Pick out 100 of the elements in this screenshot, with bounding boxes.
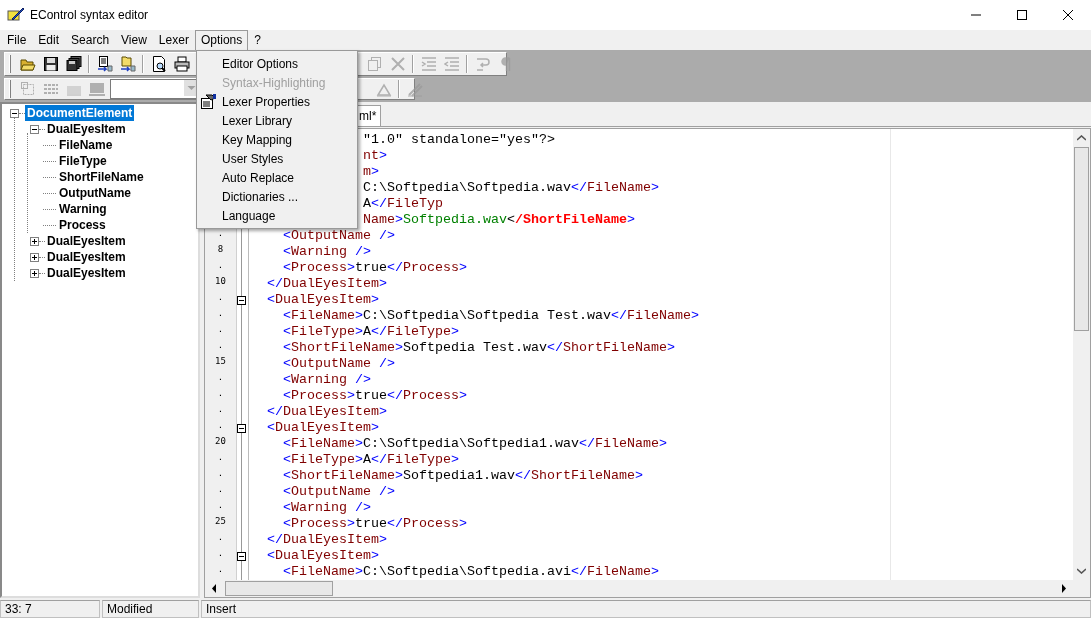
menu-item[interactable]: Language bbox=[197, 206, 357, 225]
menu-item[interactable]: Search bbox=[65, 29, 116, 51]
status-text: Insert bbox=[201, 600, 1091, 618]
tree-item[interactable]: OutputName bbox=[57, 185, 133, 201]
code-line: C:\Softpedia\Softpedia.wav</FileName> bbox=[363, 180, 659, 196]
wrap-icon bbox=[474, 56, 491, 72]
code-line: "1.0" standalone="yes"?> bbox=[363, 132, 555, 148]
folder-arrow-icon bbox=[119, 56, 136, 72]
status-text: 33: 7 bbox=[0, 600, 100, 618]
tree-item[interactable]: FileName bbox=[57, 137, 115, 153]
code-line: <Warning /> bbox=[282, 500, 371, 516]
line-number: 10 bbox=[214, 276, 227, 288]
code-line: <FileType>A</FileType> bbox=[282, 324, 459, 340]
code-line: <OutputName /> bbox=[282, 356, 395, 372]
code-line: <Warning /> bbox=[282, 372, 371, 388]
line-number: . bbox=[216, 404, 225, 416]
line-number: . bbox=[216, 388, 225, 400]
line-number: . bbox=[216, 372, 225, 384]
cross-icon bbox=[389, 56, 406, 72]
tree-item[interactable]: Warning bbox=[57, 201, 109, 217]
tree-item[interactable]: DualEyesItem bbox=[45, 249, 128, 265]
menu-item[interactable]: Editor Options bbox=[197, 54, 357, 73]
code-line: <OutputName /> bbox=[282, 228, 395, 244]
code-line: <OutputName /> bbox=[282, 484, 395, 500]
indent-icon bbox=[420, 56, 437, 72]
menu-item[interactable]: Options bbox=[194, 29, 249, 51]
line-number: . bbox=[216, 228, 225, 240]
tree-item[interactable]: DocumentElement bbox=[25, 105, 135, 121]
line-number: . bbox=[216, 260, 225, 272]
line-number: . bbox=[216, 420, 225, 432]
code-line: <FileName>C:\Softpedia\Softpedia1.wav</FileName> bbox=[282, 436, 667, 452]
code-line: </DualEyesItem> bbox=[266, 532, 387, 548]
line-number: 8 bbox=[216, 244, 225, 256]
expand-icon[interactable] bbox=[30, 268, 39, 278]
line-number: . bbox=[216, 548, 225, 560]
code-line: <DualEyesItem> bbox=[266, 420, 379, 436]
code-line: </DualEyesItem> bbox=[266, 276, 387, 292]
fold-icon[interactable] bbox=[237, 551, 246, 561]
line-number: 25 bbox=[214, 516, 227, 528]
line-number: . bbox=[216, 340, 225, 352]
code-line: <FileName>C:\Softpedia\Softpedia.avi</FileName> bbox=[282, 564, 659, 580]
right-arrow-icon bbox=[1061, 584, 1067, 593]
code-line: <ShortFileName>Softpedia1.wav</ShortFileName> bbox=[282, 468, 643, 484]
tree-item[interactable]: FileType bbox=[57, 153, 109, 169]
code-line: <ShortFileName>Softpedia Test.wav</ShortFileName> bbox=[282, 340, 675, 356]
code-line: m> bbox=[363, 164, 379, 180]
tree-item[interactable]: Process bbox=[57, 217, 108, 233]
line-number: 15 bbox=[214, 356, 227, 368]
menu-item[interactable]: ? bbox=[248, 29, 267, 51]
fold-icon[interactable] bbox=[237, 295, 246, 305]
expand-icon[interactable] bbox=[30, 252, 39, 262]
document-hand-icon bbox=[200, 93, 216, 110]
code-line: <Process>true</Process> bbox=[282, 260, 467, 276]
line-number: 20 bbox=[214, 436, 227, 448]
code-line: nt> bbox=[363, 148, 387, 164]
code-line: <DualEyesItem> bbox=[266, 548, 379, 564]
menu-item[interactable]: Dictionaries ... bbox=[197, 187, 357, 206]
line-number: . bbox=[216, 324, 225, 336]
left-arrow-icon bbox=[211, 584, 217, 593]
tree-item[interactable]: DualEyesItem bbox=[45, 233, 128, 249]
line-number: . bbox=[216, 292, 225, 304]
menu-item[interactable]: Key Mapping bbox=[197, 130, 357, 149]
menu-item[interactable]: View bbox=[115, 29, 153, 51]
dashed-frame-icon bbox=[19, 81, 36, 97]
collapse-icon[interactable] bbox=[10, 108, 19, 118]
code-line: </DualEyesItem> bbox=[266, 404, 387, 420]
folder-icon bbox=[19, 56, 36, 72]
code-line: <Warning /> bbox=[282, 244, 371, 260]
menu-item[interactable]: Lexer bbox=[152, 29, 195, 51]
pen-icon bbox=[7, 6, 25, 24]
menu-item[interactable]: Edit bbox=[32, 29, 66, 51]
printer-icon bbox=[173, 56, 190, 72]
code-line: <FileType>A</FileType> bbox=[282, 452, 459, 468]
tree-item[interactable]: DualEyesItem bbox=[45, 265, 128, 281]
code-line: <DualEyesItem> bbox=[266, 292, 379, 308]
expand-icon[interactable] bbox=[30, 236, 39, 246]
menu-item[interactable]: User Styles bbox=[197, 149, 357, 168]
menu-item[interactable]: Auto Replace bbox=[197, 168, 357, 187]
lines-icon bbox=[42, 81, 59, 97]
close-icon bbox=[1063, 10, 1073, 20]
line-number: . bbox=[216, 500, 225, 512]
outdent-icon bbox=[443, 56, 460, 72]
code-line: Name>Softpedia.wav</ShortFileName> bbox=[363, 212, 635, 228]
code-line: <Process>true</Process> bbox=[282, 388, 467, 404]
code-line: <Process>true</Process> bbox=[282, 516, 467, 532]
tree-item[interactable]: ShortFileName bbox=[57, 169, 146, 185]
tree-item[interactable]: DualEyesItem bbox=[45, 121, 128, 137]
line-number: . bbox=[216, 308, 225, 320]
document-arrow-icon bbox=[96, 56, 113, 72]
collapse-icon[interactable] bbox=[30, 124, 39, 134]
menu-item[interactable]: File bbox=[1, 29, 33, 51]
maximize-icon bbox=[1017, 10, 1027, 20]
code-line: A</FileTyp bbox=[363, 196, 443, 212]
stacked-pages-icon bbox=[366, 56, 383, 72]
line-number: . bbox=[216, 452, 225, 464]
line-number: . bbox=[216, 532, 225, 544]
window-title: EControl syntax editor bbox=[30, 8, 150, 22]
line-number: . bbox=[216, 468, 225, 480]
fold-icon[interactable] bbox=[237, 423, 246, 433]
line-number: . bbox=[216, 484, 225, 496]
